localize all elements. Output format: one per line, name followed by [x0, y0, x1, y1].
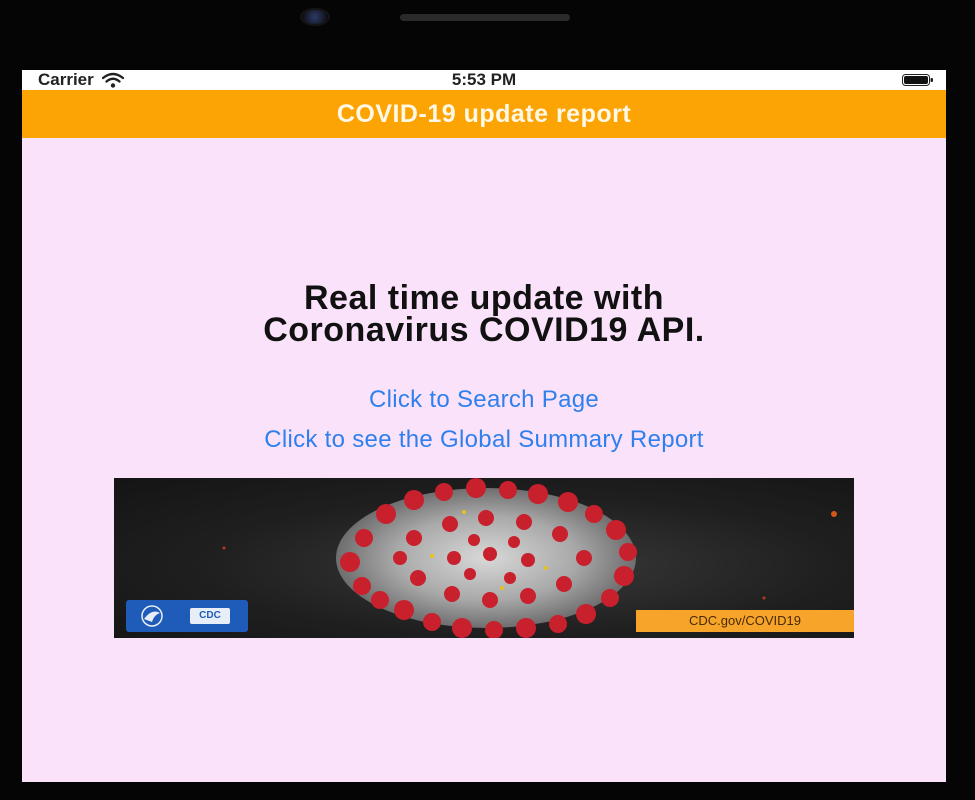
phone-frame: Carrier 5:53 PM COVID-19 update report R…: [0, 0, 975, 800]
navigation-bar: COVID-19 update report: [22, 90, 946, 138]
headline-line-2: Coronavirus COVID19 API.: [263, 311, 705, 349]
battery-icon: [902, 74, 933, 86]
cdc-url-label: CDC.gov/COVID19: [636, 610, 854, 632]
nav-title: COVID-19 update report: [336, 99, 632, 128]
cdc-logo-text: CDC: [190, 608, 230, 624]
front-camera: [300, 8, 330, 26]
search-page-link[interactable]: Click to Search Page: [22, 386, 946, 414]
status-time: 5:53 PM: [451, 70, 517, 89]
earpiece-speaker: [400, 14, 570, 21]
headline-line-1: Real time update with: [304, 279, 664, 317]
coronavirus-image: CDC CDC.gov/COVID19: [114, 478, 854, 638]
cdc-logo-badge: CDC: [126, 600, 248, 632]
global-summary-link[interactable]: Click to see the Global Summary Report: [22, 426, 946, 454]
status-bar: Carrier 5:53 PM: [22, 70, 946, 90]
page-headline: Real time update with Coronavirus COVID1…: [22, 279, 946, 349]
app-screen: Carrier 5:53 PM COVID-19 update report R…: [22, 70, 946, 782]
hhs-eagle-icon: [141, 605, 163, 627]
